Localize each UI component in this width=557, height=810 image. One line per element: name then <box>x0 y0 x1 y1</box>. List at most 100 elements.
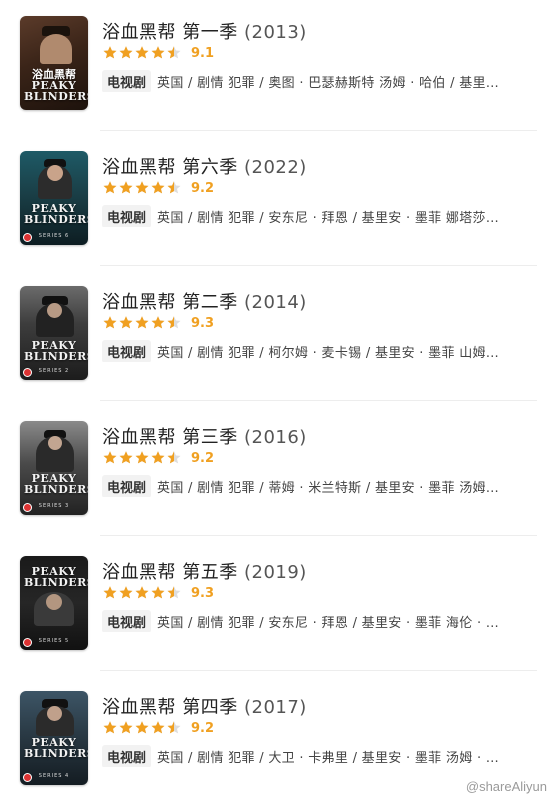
meta-row: 电视剧 英国 / 剧情 犯罪 / 大卫 · 卡弗里 / 基里安 · 墨菲 汤姆 … <box>102 745 533 767</box>
info-text: 英国 / 剧情 犯罪 / 安东尼 · 拜恩 / 基里安 · 墨菲 娜塔莎… <box>157 210 500 226</box>
title-text: 浴血黑帮 第四季 <box>102 697 238 718</box>
item-title[interactable]: 浴血黑帮 第一季 (2013) <box>102 18 307 44</box>
star-icon <box>102 720 118 736</box>
star-icon <box>166 180 182 196</box>
result-item[interactable]: PEAKYBLINDERS SERIES 5 浴血黑帮 第五季 (2019) 9… <box>0 540 557 675</box>
star-icon <box>166 585 182 601</box>
item-title[interactable]: 浴血黑帮 第四季 (2017) <box>102 693 307 719</box>
star-icon <box>118 180 134 196</box>
rating: 9.2 <box>102 720 214 736</box>
title-text: 浴血黑帮 第五季 <box>102 562 238 583</box>
result-item[interactable]: 浴血黑帮 PEAKYBLINDERS 浴血黑帮 第一季 (2013) 9.1 电… <box>0 0 557 135</box>
meta-row: 电视剧 英国 / 剧情 犯罪 / 奥图 · 巴瑟赫斯特 汤姆 · 哈伯 / 基里… <box>102 70 533 92</box>
rating: 9.2 <box>102 180 214 196</box>
star-rating <box>102 450 182 466</box>
year-text: (2016) <box>243 427 307 448</box>
type-tag: 电视剧 <box>102 610 152 632</box>
meta-row: 电视剧 英国 / 剧情 犯罪 / 安东尼 · 拜恩 / 基里安 · 墨菲 娜塔莎… <box>102 205 533 227</box>
star-icon <box>118 585 134 601</box>
score-text: 9.2 <box>191 720 215 736</box>
star-icon <box>166 720 182 736</box>
star-icon <box>102 315 118 331</box>
star-icon <box>166 315 182 331</box>
poster-image[interactable]: 浴血黑帮 PEAKYBLINDERS <box>20 16 88 110</box>
star-icon <box>166 450 182 466</box>
title-text: 浴血黑帮 第一季 <box>102 22 238 43</box>
rating: 9.2 <box>102 450 214 466</box>
score-text: 9.2 <box>191 180 215 196</box>
rating: 9.3 <box>102 315 214 331</box>
score-text: 9.1 <box>191 45 215 61</box>
info-text: 英国 / 剧情 犯罪 / 蒂姆 · 米兰特斯 / 基里安 · 墨菲 汤姆… <box>157 480 500 496</box>
poster-image[interactable]: PEAKYBLINDERS SERIES 4 <box>20 691 88 785</box>
star-icon <box>150 585 166 601</box>
star-rating <box>102 585 182 601</box>
meta-row: 电视剧 英国 / 剧情 犯罪 / 安东尼 · 拜恩 / 基里安 · 墨菲 海伦 … <box>102 610 533 632</box>
star-icon <box>166 45 182 61</box>
star-icon <box>150 450 166 466</box>
year-text: (2013) <box>243 22 307 43</box>
result-item[interactable]: PEAKYBLINDERS SERIES 2 浴血黑帮 第二季 (2014) 9… <box>0 270 557 405</box>
title-text: 浴血黑帮 第三季 <box>102 427 238 448</box>
star-icon <box>150 315 166 331</box>
result-item[interactable]: PEAKYBLINDERS SERIES 3 浴血黑帮 第三季 (2016) 9… <box>0 405 557 540</box>
meta-row: 电视剧 英国 / 剧情 犯罪 / 蒂姆 · 米兰特斯 / 基里安 · 墨菲 汤姆… <box>102 475 533 497</box>
poster-image[interactable]: PEAKYBLINDERS SERIES 3 <box>20 421 88 515</box>
star-icon <box>150 180 166 196</box>
info-text: 英国 / 剧情 犯罪 / 安东尼 · 拜恩 / 基里安 · 墨菲 海伦 · … <box>157 615 500 631</box>
divider <box>100 400 537 401</box>
star-icon <box>150 720 166 736</box>
info-text: 英国 / 剧情 犯罪 / 奥图 · 巴瑟赫斯特 汤姆 · 哈伯 / 基里… <box>157 75 500 91</box>
divider <box>100 130 537 131</box>
info-text: 英国 / 剧情 犯罪 / 柯尔姆 · 麦卡锡 / 基里安 · 墨菲 山姆… <box>157 345 500 361</box>
star-icon <box>102 180 118 196</box>
star-rating <box>102 315 182 331</box>
poster-image[interactable]: PEAKYBLINDERS SERIES 2 <box>20 286 88 380</box>
title-text: 浴血黑帮 第六季 <box>102 157 238 178</box>
item-title[interactable]: 浴血黑帮 第三季 (2016) <box>102 423 307 449</box>
star-rating <box>102 720 182 736</box>
type-tag: 电视剧 <box>102 745 152 767</box>
info-text: 英国 / 剧情 犯罪 / 大卫 · 卡弗里 / 基里安 · 墨菲 汤姆 · … <box>157 750 500 766</box>
star-rating <box>102 180 182 196</box>
year-text: (2017) <box>243 697 307 718</box>
star-icon <box>102 585 118 601</box>
type-tag: 电视剧 <box>102 475 152 497</box>
star-icon <box>102 450 118 466</box>
score-text: 9.3 <box>191 585 215 601</box>
type-tag: 电视剧 <box>102 70 152 92</box>
star-icon <box>118 315 134 331</box>
rating: 9.1 <box>102 45 214 61</box>
item-title[interactable]: 浴血黑帮 第六季 (2022) <box>102 153 307 179</box>
star-icon <box>134 585 150 601</box>
star-icon <box>134 315 150 331</box>
star-icon <box>118 720 134 736</box>
watermark: @shareAliyun <box>465 779 547 794</box>
item-title[interactable]: 浴血黑帮 第二季 (2014) <box>102 288 307 314</box>
type-tag: 电视剧 <box>102 205 152 227</box>
rating: 9.3 <box>102 585 214 601</box>
year-text: (2014) <box>243 292 307 313</box>
star-rating <box>102 45 182 61</box>
score-text: 9.2 <box>191 450 215 466</box>
meta-row: 电视剧 英国 / 剧情 犯罪 / 柯尔姆 · 麦卡锡 / 基里安 · 墨菲 山姆… <box>102 340 533 362</box>
star-icon <box>134 45 150 61</box>
year-text: (2022) <box>243 157 307 178</box>
year-text: (2019) <box>243 562 307 583</box>
star-icon <box>102 45 118 61</box>
star-icon <box>134 720 150 736</box>
star-icon <box>134 450 150 466</box>
score-text: 9.3 <box>191 315 215 331</box>
star-icon <box>118 45 134 61</box>
star-icon <box>150 45 166 61</box>
result-item[interactable]: PEAKYBLINDERS SERIES 6 浴血黑帮 第六季 (2022) 9… <box>0 135 557 270</box>
divider <box>100 535 537 536</box>
title-text: 浴血黑帮 第二季 <box>102 292 238 313</box>
divider <box>100 265 537 266</box>
poster-image[interactable]: PEAKYBLINDERS SERIES 5 <box>20 556 88 650</box>
item-title[interactable]: 浴血黑帮 第五季 (2019) <box>102 558 307 584</box>
poster-image[interactable]: PEAKYBLINDERS SERIES 6 <box>20 151 88 245</box>
star-icon <box>134 180 150 196</box>
type-tag: 电视剧 <box>102 340 152 362</box>
divider <box>100 670 537 671</box>
